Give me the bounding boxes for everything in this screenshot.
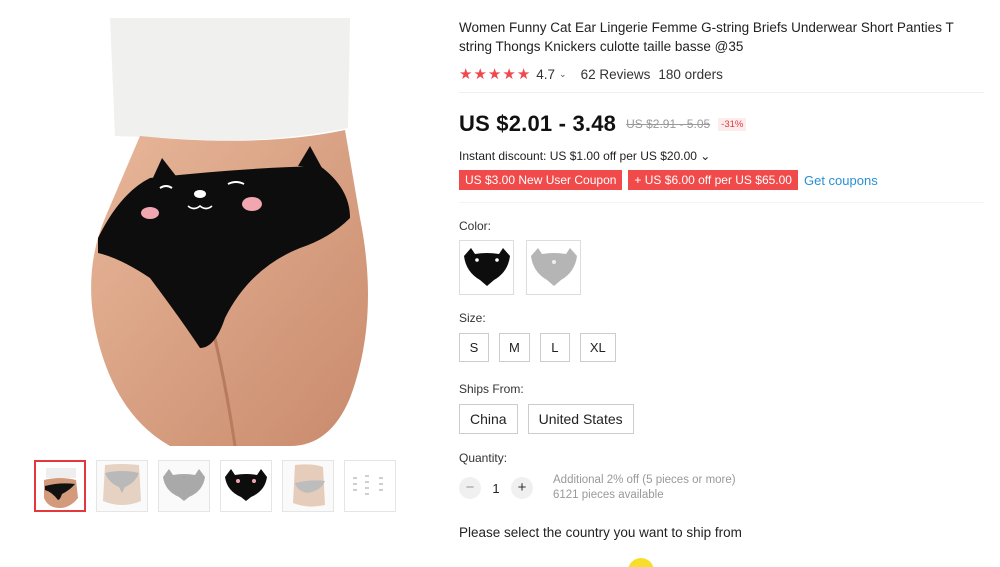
thumbnail-1[interactable] — [34, 460, 86, 512]
new-user-coupon[interactable]: US $3.00 New User Coupon — [459, 170, 623, 190]
price-row: US $2.01 - 3.48 US $2.91 - 5.05 -31% — [459, 109, 984, 139]
star-icon: ★ — [459, 65, 473, 83]
ships-from-label: Ships From: — [459, 382, 524, 396]
thumbnail-6[interactable] — [344, 460, 396, 512]
color-option-gray[interactable] — [526, 240, 581, 295]
thumbnail-3[interactable] — [158, 460, 210, 512]
color-label: Color: — [459, 219, 492, 233]
loading-indicator-icon — [628, 558, 654, 567]
star-icon: ★ — [502, 65, 516, 83]
quantity-label: Quantity: — [459, 451, 508, 465]
quantity-stepper: − 1 + Additional 2% off (5 pieces or mor… — [459, 473, 984, 503]
get-coupons-link[interactable]: Get coupons — [804, 173, 878, 188]
store-coupon[interactable]: + US $6.00 off per US $65.00 — [628, 170, 798, 190]
color-option-black[interactable] — [459, 240, 514, 295]
current-price: US $2.01 - 3.48 — [459, 111, 617, 136]
main-product-image[interactable] — [60, 18, 382, 446]
thumbnail-4[interactable] — [220, 460, 272, 512]
quantity-decrease-button[interactable]: − — [459, 477, 481, 499]
star-icon: ★ — [516, 65, 531, 83]
stock-available-text: 6121 pieces available — [553, 489, 664, 501]
ship-country-notice: Please select the country you want to sh… — [459, 525, 742, 540]
ships-from-united-states[interactable]: United States — [527, 404, 634, 434]
ships-from-china[interactable]: China — [459, 404, 518, 434]
size-options: S M L XL — [459, 333, 984, 362]
size-option-m[interactable]: M — [499, 333, 530, 362]
product-title: Women Funny Cat Ear Lingerie Femme G-str… — [459, 20, 954, 54]
rating-row: ★ ★ ★ ★ ★ 4.7 ⌄ 62 Reviews 180 orders — [459, 64, 984, 84]
reviews-link[interactable]: 62 Reviews — [581, 67, 651, 82]
gray-cat-panty-swatch — [530, 247, 577, 286]
product-info: Women Funny Cat Ear Lingerie Femme G-str… — [459, 18, 984, 540]
chevron-down-icon[interactable]: ⌄ — [559, 69, 567, 80]
ships-from-options: China United States — [459, 404, 984, 434]
color-options — [459, 240, 984, 295]
size-label: Size: — [459, 311, 486, 325]
star-icon: ★ — [487, 65, 502, 83]
original-price: US $2.91 - 5.05 — [626, 117, 711, 131]
size-option-l[interactable]: L — [539, 333, 570, 362]
size-option-s[interactable]: S — [459, 333, 489, 362]
star-icon: ★ — [473, 65, 487, 83]
quantity-increase-button[interactable]: + — [511, 477, 533, 499]
thumbnail-5[interactable] — [282, 460, 334, 512]
star-rating[interactable]: ★ ★ ★ ★ ★ — [459, 67, 530, 82]
discount-badge: -31% — [718, 117, 747, 131]
black-cat-panty-swatch — [463, 247, 510, 286]
bulk-discount-text: Additional 2% off (5 pieces or more) — [553, 474, 736, 486]
divider — [459, 202, 984, 203]
quantity-value[interactable]: 1 — [481, 481, 511, 496]
orders-count: 180 orders — [658, 66, 723, 82]
rating-value[interactable]: 4.7 — [536, 67, 555, 82]
size-option-xl[interactable]: XL — [579, 333, 616, 362]
thumbnail-2[interactable] — [96, 460, 148, 512]
instant-discount[interactable]: Instant discount: US $1.00 off per US $2… — [459, 149, 984, 163]
thumbnail-strip — [34, 460, 396, 512]
divider — [459, 92, 984, 93]
quantity-note: Additional 2% off (5 pieces or more) 612… — [553, 473, 736, 503]
coupon-row: US $3.00 New User Coupon + US $6.00 off … — [459, 170, 984, 190]
